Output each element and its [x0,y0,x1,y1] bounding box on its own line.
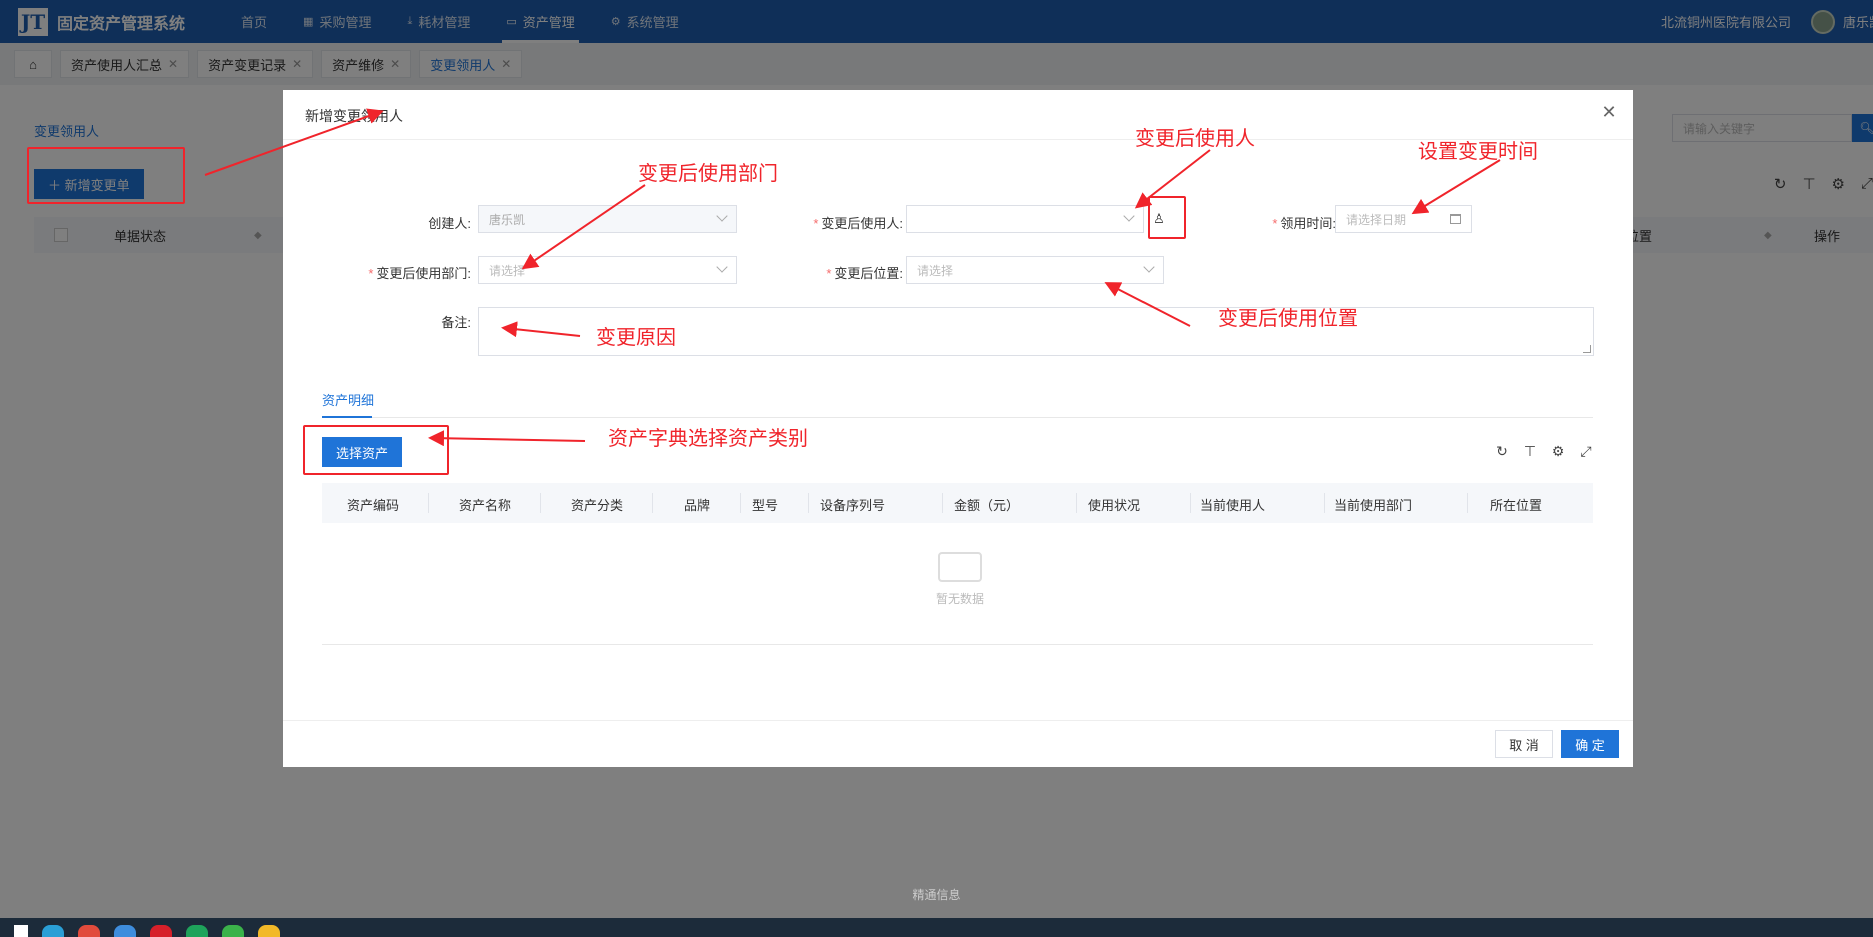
confirm-button[interactable]: 确 定 [1561,730,1619,758]
wechat-icon[interactable] [222,925,244,937]
column-divider [1324,493,1325,513]
column-divider [808,493,809,513]
detail-table-tools: ↻ ⊤ ⚙ ⤢ [1488,443,1600,460]
folder-icon[interactable] [258,925,280,937]
creator-label: 创建人: [428,216,471,231]
tab-divider [322,417,1593,418]
column-divider [1190,493,1191,513]
export-icon[interactable]: ⊤ [1516,443,1544,460]
windows-start-icon[interactable] [14,925,28,937]
new-dept-label: * 变更后使用部门: [368,266,471,281]
annotation-box-add-button [27,147,185,204]
new-location-label: * 变更后位置: [826,266,903,281]
new-location-select[interactable]: 请选择 [906,256,1164,284]
chevron-down-icon [1123,210,1135,222]
column-divider [428,493,429,513]
cancel-button[interactable]: 取 消 [1495,730,1553,758]
label-text: 变更后位置: [834,266,903,281]
col-brand: 品牌 [684,498,711,513]
column-divider [540,493,541,513]
col-current-dept: 当前使用部门 [1334,498,1413,513]
column-divider [1467,493,1468,513]
receive-time-label: * 领用时间: [1272,216,1336,231]
annotation-select-asset: 资产字典选择资产类别 [608,428,808,450]
column-divider [942,493,943,513]
new-dept-select[interactable]: 请选择 [478,256,737,284]
chevron-down-icon [716,210,728,222]
annotation-box-user-picker [1148,196,1186,239]
column-divider [652,493,653,513]
label-text: 领用时间: [1280,216,1336,231]
select-placeholder: 请选择 [489,263,526,278]
annotation-new-dept: 变更后使用部门 [638,163,778,185]
app-icon[interactable] [150,925,172,937]
close-icon[interactable]: ✕ [1599,102,1619,122]
col-asset-name: 资产名称 [459,498,512,513]
empty-text: 暂无数据 [935,592,984,606]
column-divider [1076,493,1077,513]
annotation-remark: 变更原因 [596,327,676,349]
refresh-icon[interactable]: ↻ [1488,443,1516,460]
footer-divider [283,720,1633,721]
asset-table-header: 资产编码 资产名称 资产分类 品牌 型号 设备序列号 金额（元） 使用状况 当前… [322,483,1593,523]
dialog-header: 新增变更领用人 ✕ [283,90,1633,140]
new-user-label: * 变更后使用人: [813,216,903,231]
tab-active-indicator [322,416,372,418]
column-divider [740,493,741,513]
edge-icon[interactable] [114,925,136,937]
chevron-down-icon [716,261,728,273]
creator-value: 唐乐凯 [489,212,526,227]
col-asset-code: 资产编码 [347,498,400,513]
col-model: 型号 [752,498,779,513]
table-bottom-border [322,644,1593,645]
date-placeholder: 请选择日期 [1346,212,1407,227]
annotation-receive-time: 设置变更时间 [1418,141,1538,163]
creator-input: 唐乐凯 [478,205,737,233]
resize-handle[interactable] [1583,345,1591,353]
label-text: 变更后使用人: [821,216,903,231]
col-asset-category: 资产分类 [571,498,624,513]
col-serial-number: 设备序列号 [820,498,886,513]
label-text: 变更后使用部门: [376,266,471,281]
browser-icon[interactable] [42,925,64,937]
annotation-box-select-asset [303,425,449,475]
fullscreen-icon[interactable]: ⤢ [1572,443,1600,460]
annotation-new-user: 变更后使用人 [1135,128,1255,150]
app-icon[interactable] [186,925,208,937]
footer-text: 精通信息 [912,888,961,902]
empty-inbox-icon [938,552,982,582]
dialog-title: 新增变更领用人 [305,108,403,124]
select-placeholder: 请选择 [917,263,954,278]
receive-time-picker[interactable]: 请选择日期 [1335,205,1472,233]
remark-label: 备注: [441,315,471,330]
chevron-down-icon [1143,261,1155,273]
col-location: 所在位置 [1490,498,1543,513]
col-current-user: 当前使用人 [1200,498,1266,513]
add-change-user-dialog: 新增变更领用人 ✕ 创建人: 唐乐凯 * 变更后使用人: ♙ * 领用时间: 请选择… [283,90,1633,767]
col-usage-status: 使用状况 [1088,498,1141,513]
gear-icon[interactable]: ⚙ [1544,443,1572,460]
calendar-icon [1450,214,1461,224]
tab-asset-detail[interactable]: 资产明细 [322,390,374,409]
annotation-new-location: 变更后使用位置 [1218,308,1358,330]
new-user-select[interactable] [906,205,1144,233]
os-taskbar [0,918,1873,937]
chrome-icon[interactable] [78,925,100,937]
col-amount: 金额（元） [954,498,1020,513]
